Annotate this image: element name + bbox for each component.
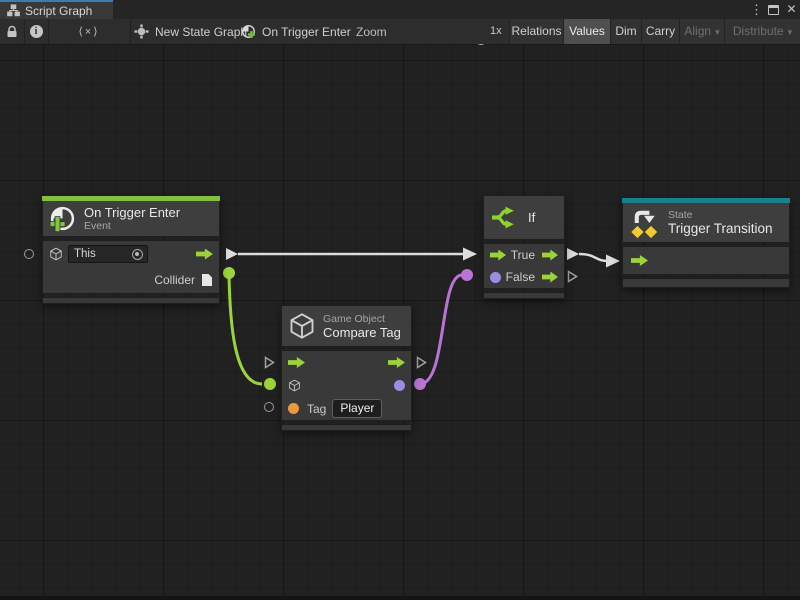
align-dropdown[interactable]: Align▾: [679, 19, 724, 44]
control-input-port-icon[interactable]: [288, 357, 305, 368]
info-button[interactable]: [24, 19, 48, 44]
unconnected-input-port[interactable]: [24, 249, 34, 259]
distribute-dropdown[interactable]: Distribute▾: [724, 19, 800, 44]
event-icon: [241, 24, 256, 39]
info-icon: [30, 25, 43, 38]
control-output-port-icon[interactable]: [388, 357, 405, 368]
current-graph-breadcrumb[interactable]: On Trigger Enter: [241, 19, 351, 44]
script-graph-window: Script Graph ⋮ ✕ ⟨×⟩: [0, 0, 800, 600]
true-output-port-icon[interactable]: [542, 250, 558, 261]
node-footer: [281, 424, 412, 431]
false-output-port-icon[interactable]: [542, 272, 558, 283]
true-label: True: [511, 248, 535, 262]
unconnected-control-input-port[interactable]: [264, 356, 275, 369]
object-picker-icon[interactable]: [132, 249, 143, 260]
node-footer: [622, 278, 790, 288]
dim-button[interactable]: Dim: [610, 19, 641, 44]
node-subtitle: Game Object: [323, 313, 401, 325]
node-title: Compare Tag: [323, 325, 401, 340]
lock-button[interactable]: [0, 19, 24, 44]
node-title: If: [528, 210, 535, 225]
node-compare-tag[interactable]: Game Object Compare Tag: [281, 305, 412, 431]
node-if[interactable]: If True False: [483, 195, 565, 299]
new-state-graph-button[interactable]: New State Graph: [134, 19, 247, 44]
new-state-graph-label: New State Graph: [155, 25, 247, 39]
zoom-label: Zoom: [356, 19, 387, 44]
control-input-port-icon[interactable]: [490, 250, 506, 261]
node-footer: [42, 297, 220, 304]
node-title: On Trigger Enter: [84, 205, 180, 220]
zoom-value: 1x: [490, 19, 502, 44]
canvas-bottom-edge: [0, 596, 800, 600]
branch-icon: [492, 205, 519, 230]
collider-output-label: Collider: [154, 273, 195, 287]
maximize-icon[interactable]: [768, 5, 779, 15]
node-subtitle: State: [668, 209, 773, 221]
tag-value-field[interactable]: Player: [332, 399, 382, 418]
window-menu-icon[interactable]: ⋮: [750, 0, 762, 19]
graph-toolbar: ⟨×⟩ New State Graph On Trigger Enter: [0, 19, 800, 45]
unconnected-control-output-port[interactable]: [416, 356, 427, 369]
unconnected-control-output-port[interactable]: [567, 270, 578, 283]
control-input-port-icon[interactable]: [631, 255, 648, 266]
target-object-field[interactable]: This: [68, 245, 148, 263]
values-button[interactable]: Values: [563, 19, 610, 44]
event-icon: [49, 205, 76, 232]
false-label: False: [506, 270, 535, 284]
close-icon[interactable]: ✕: [785, 0, 798, 19]
code-view-button[interactable]: ⟨×⟩: [48, 19, 130, 44]
node-subtitle: Event: [84, 220, 180, 232]
game-object-cube-icon: [288, 312, 316, 340]
relations-button[interactable]: Relations: [509, 19, 563, 44]
chevron-down-icon: ▾: [788, 27, 793, 37]
node-footer: [483, 292, 565, 299]
graph-icon: [7, 4, 20, 17]
state-graph-icon: [134, 24, 149, 39]
control-output-port-icon[interactable]: [196, 249, 213, 260]
bool-output-port-icon[interactable]: [394, 380, 405, 391]
title-bar: Script Graph ⋮ ✕: [0, 0, 800, 19]
game-object-cube-icon: [49, 247, 63, 261]
carry-button[interactable]: Carry: [641, 19, 679, 44]
tag-label: Tag: [307, 402, 326, 416]
chevron-down-icon: ▾: [715, 27, 720, 37]
tab-script-graph[interactable]: Script Graph: [0, 0, 113, 19]
code-icon: ⟨×⟩: [78, 25, 99, 38]
node-on-trigger-enter[interactable]: On Trigger Enter Event This Collider: [42, 196, 220, 304]
game-object-input-icon[interactable]: [288, 379, 301, 392]
tag-input-port-icon[interactable]: [288, 403, 299, 414]
current-graph-label: On Trigger Enter: [262, 25, 351, 39]
node-trigger-transition[interactable]: State Trigger Transition: [622, 198, 790, 288]
node-title: Trigger Transition: [668, 221, 773, 236]
collider-type-icon[interactable]: [201, 273, 213, 287]
tab-title: Script Graph: [25, 4, 92, 18]
graph-canvas[interactable]: On Trigger Enter Event This Collider: [0, 45, 800, 600]
state-transition-icon: [630, 206, 661, 240]
unconnected-input-port[interactable]: [264, 402, 274, 412]
condition-input-port-icon[interactable]: [490, 272, 501, 283]
lock-icon: [6, 25, 18, 38]
